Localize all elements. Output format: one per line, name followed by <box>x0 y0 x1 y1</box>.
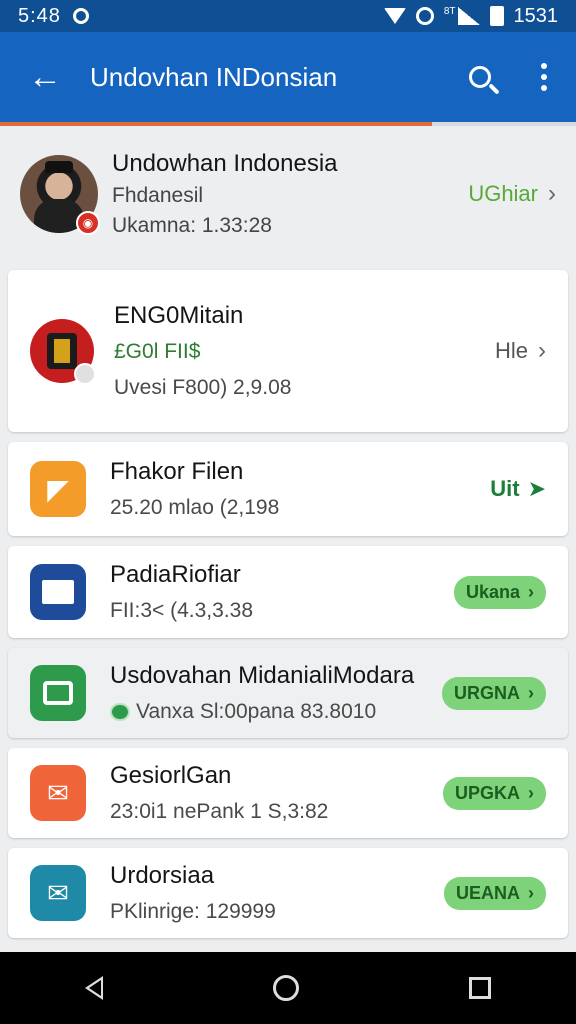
list-item[interactable]: Usdovahan MidanialiModara Vanxa Sl:00pan… <box>8 648 568 738</box>
update-button-label: UPGKA <box>454 782 520 803</box>
chevron-right-icon: › <box>538 337 546 364</box>
wifi-icon <box>383 8 406 24</box>
list-item[interactable]: ◤ Fhakor Filen 25.20 mlao (2,198 Uit ➤ <box>8 442 568 536</box>
list-item-meta: 25.20 mlao (2,198 <box>110 496 280 519</box>
network-type-label: 8T <box>443 5 456 17</box>
profile-subtitle: Fhdanesil <box>112 184 204 207</box>
list-item-texts: Usdovahan MidanialiModara Vanxa Sl:00pan… <box>110 662 442 724</box>
chevron-right-icon: ➤ <box>527 476 546 501</box>
system-nav-bar <box>0 952 576 1024</box>
page-title: Undovhan INDonsian <box>90 61 338 92</box>
signal-icon <box>457 7 480 25</box>
profile-name: Undowhan Indonesia <box>112 150 338 177</box>
nav-back-icon[interactable] <box>85 976 103 1000</box>
update-button[interactable]: Ukana › <box>453 575 546 609</box>
list-item-meta: Uvesi F800) 2,9.08 <box>114 376 292 399</box>
chevron-right-icon: › <box>528 882 534 903</box>
back-arrow-icon[interactable]: ← <box>0 32 90 122</box>
list-item-price: £G0l FII$ <box>114 340 201 363</box>
list-item-texts: PadiaRiofiar FII:3< (4.3,3.38 <box>110 561 454 623</box>
nav-home-icon[interactable] <box>273 975 299 1001</box>
notification-badge-icon: ◉ <box>76 211 100 235</box>
list-item[interactable]: ENG0Mitain £G0l FII$ Uvesi F800) 2,9.08 … <box>8 270 568 432</box>
update-button-label: Ukana <box>465 581 520 602</box>
sync-icon <box>415 7 434 25</box>
list-item-texts: Urdorsiaa PKlinrige: 129999 <box>110 862 444 924</box>
list-item-texts: Fhakor Filen 25.20 mlao (2,198 <box>110 458 490 520</box>
app-emblem-icon-wrap <box>30 319 96 385</box>
chevron-right-icon: › <box>548 180 556 207</box>
search-button[interactable] <box>448 32 512 122</box>
list-item-action-label: Uit <box>490 476 520 501</box>
chevron-right-icon: › <box>528 581 534 602</box>
status-right: 8T 1531 <box>383 4 559 28</box>
list-item-title: Fhakor Filen <box>110 458 244 485</box>
list-item-action-label: Hle <box>494 338 528 363</box>
list-item-meta: PKlinrige: 129999 <box>110 900 276 923</box>
profile-action-label: UGhiar <box>468 181 538 206</box>
status-clock-right: 1531 <box>513 4 559 27</box>
list-item[interactable]: PadiaRiofiar FII:3< (4.3,3.38 Ukana › <box>8 546 568 638</box>
list-item-texts: ENG0Mitain £G0l FII$ Uvesi F800) 2,9.08 <box>114 302 495 400</box>
more-vert-icon <box>541 63 547 91</box>
chevron-right-icon: › <box>528 782 534 803</box>
chevron-right-icon: › <box>528 682 534 703</box>
update-button[interactable]: URGNA › <box>442 676 546 710</box>
list-item[interactable]: ✉ GesiorlGan 23:0i1 nePank 1 S,3:82 UPGK… <box>8 748 568 838</box>
list-item-title: ENG0Mitain <box>114 302 244 329</box>
status-time: 5:48 <box>18 4 61 27</box>
list-item-meta: FII:3< (4.3,3.38 <box>110 599 254 622</box>
bell-icon: ◤ <box>30 461 86 517</box>
profile-action-link[interactable]: UGhiar › <box>468 180 556 208</box>
nav-recents-icon[interactable] <box>469 977 491 999</box>
list-item-meta: 23:0i1 nePank 1 S,3:82 <box>110 800 329 823</box>
search-icon <box>469 66 491 88</box>
window-icon <box>30 665 86 721</box>
list-item-title: Urdorsiaa <box>110 862 215 889</box>
list-item-meta: Vanxa Sl:00pana 83.8010 <box>136 700 377 723</box>
status-dot-icon <box>72 8 89 24</box>
update-button-label: UEANA <box>455 882 520 903</box>
status-badge-icon <box>74 363 96 385</box>
list-item-title: Usdovahan MidanialiModara <box>110 662 415 689</box>
more-options-button[interactable] <box>512 32 576 122</box>
app-bar: ← Undovhan INDonsian <box>0 32 576 122</box>
list-item-texts: GesiorlGan 23:0i1 nePank 1 S,3:82 <box>110 762 443 824</box>
status-dot-icon <box>110 703 130 721</box>
profile-texts: Undowhan Indonesia Fhdanesil Ukamna: 1.3… <box>112 150 468 238</box>
status-bar: 5:48 8T 1531 <box>0 0 576 32</box>
list-item-action[interactable]: Uit ➤ <box>490 476 546 502</box>
update-button[interactable]: UEANA › <box>443 876 546 910</box>
update-button-label: URGNA <box>454 682 520 703</box>
envelope-icon: ✉ <box>30 865 86 921</box>
list-item-title: PadiaRiofiar <box>110 561 241 588</box>
list-item[interactable]: ✉ Urdorsiaa PKlinrige: 129999 UEANA › <box>8 848 568 938</box>
card-edit-icon <box>30 564 86 620</box>
mail-icon: ✉ <box>30 765 86 821</box>
profile-avatar-wrap: ◉ <box>20 155 100 235</box>
list-item-title: GesiorlGan <box>110 762 232 789</box>
profile-meta: Ukamna: 1.33:28 <box>112 214 272 237</box>
battery-icon <box>489 6 504 26</box>
profile-header[interactable]: ◉ Undowhan Indonesia Fhdanesil Ukamna: 1… <box>0 126 576 262</box>
list-item-action[interactable]: Hle › <box>495 337 546 365</box>
update-button[interactable]: UPGKA › <box>442 776 546 810</box>
